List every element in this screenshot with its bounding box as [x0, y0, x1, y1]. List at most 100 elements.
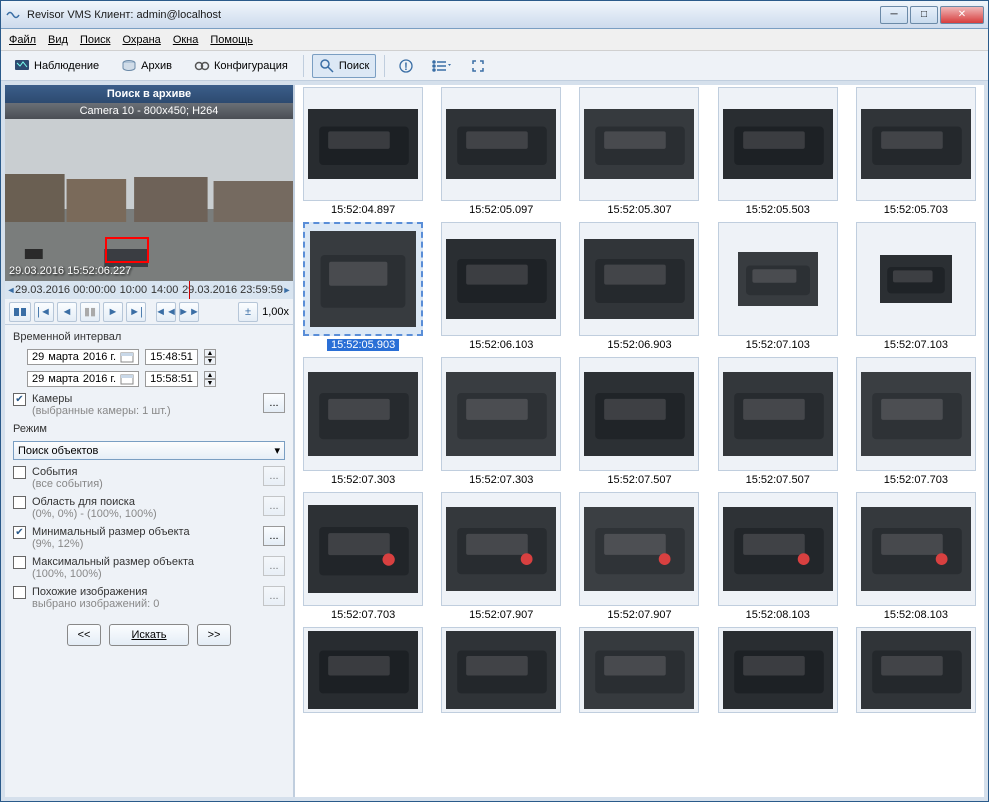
- fullscreen-button[interactable]: [465, 54, 491, 78]
- thumbnail-caption: 15:52:04.897: [331, 204, 395, 216]
- thumbnail-cell[interactable]: 15:52:04.897: [297, 87, 429, 216]
- menu-file[interactable]: Файл: [9, 34, 36, 46]
- area-config-button[interactable]: ...: [263, 496, 285, 516]
- thumbnail-caption: 15:52:07.507: [607, 474, 671, 486]
- app-window: Revisor VMS Клиент: admin@localhost ─ □ …: [0, 0, 989, 802]
- thumbnail-image: [861, 631, 971, 709]
- thumbnail-cell[interactable]: 15:52:05.903: [297, 222, 429, 351]
- playmode-button[interactable]: [9, 302, 31, 322]
- menu-view[interactable]: Вид: [48, 34, 68, 46]
- start-date-input[interactable]: 29марта2016 г.: [27, 349, 139, 365]
- thumbnail-cell[interactable]: 15:52:08.103: [850, 492, 982, 621]
- thumbnail-caption: 15:52:07.907: [607, 609, 671, 621]
- thumbnail-frame: [441, 627, 561, 713]
- thumbnail-cell[interactable]: 15:52:07.303: [297, 357, 429, 486]
- speed-label: 1,00x: [262, 306, 289, 318]
- search-tool-button[interactable]: Поиск: [312, 54, 376, 78]
- thumbnail-cell[interactable]: [435, 627, 567, 713]
- thumbnail-cell[interactable]: 15:52:08.103: [712, 492, 844, 621]
- results-pane[interactable]: 15:52:04.897 15:52:05.097 15:52:05.307 1…: [295, 85, 984, 797]
- archive-button[interactable]: Архив: [114, 55, 179, 77]
- menu-search[interactable]: Поиск: [80, 34, 110, 46]
- skip-start-button[interactable]: |◄: [34, 302, 54, 322]
- thumbnail-cell[interactable]: 15:52:07.907: [435, 492, 567, 621]
- thumbnail-cell[interactable]: 15:52:07.303: [435, 357, 567, 486]
- thumbnail-cell[interactable]: [573, 627, 705, 713]
- toggle-info-button[interactable]: !: [393, 54, 419, 78]
- pause-button[interactable]: ▮▮: [80, 302, 100, 322]
- events-config-button[interactable]: ...: [263, 466, 285, 486]
- thumbnail-caption: 15:52:07.303: [469, 474, 533, 486]
- thumbnail-caption: 15:52:07.907: [469, 609, 533, 621]
- events-checkbox[interactable]: [13, 466, 26, 479]
- thumbnail-caption: 15:52:07.703: [884, 474, 948, 486]
- thumbnail-cell[interactable]: 15:52:06.103: [435, 222, 567, 351]
- thumbnail-cell[interactable]: 15:52:05.503: [712, 87, 844, 216]
- end-time-input[interactable]: 15:58:51: [145, 371, 198, 387]
- speed-reset-button[interactable]: ±: [238, 302, 258, 322]
- menu-help[interactable]: Помощь: [210, 34, 253, 46]
- playbar: |◄ ◄ ▮▮ ► ►| ◄◄ ►► ± 1,00x: [5, 299, 293, 325]
- thumbnail-cell[interactable]: 15:52:07.103: [850, 222, 982, 351]
- thumbnail-image: [310, 231, 416, 327]
- play-back-button[interactable]: ◄: [57, 302, 77, 322]
- timeline[interactable]: ◄ 29.03.2016 00:00:00 10:00 14:00 29.03.…: [5, 281, 293, 299]
- calendar-icon: [120, 351, 134, 363]
- area-checkbox[interactable]: [13, 496, 26, 509]
- similar-config-button[interactable]: ...: [263, 586, 285, 606]
- menu-guard[interactable]: Охрана: [122, 34, 160, 46]
- search-button[interactable]: Искать: [109, 624, 189, 646]
- similar-checkbox[interactable]: [13, 586, 26, 599]
- camera-header: Camera 10 - 800x450; H264: [5, 103, 293, 119]
- prev-page-button[interactable]: <<: [67, 624, 101, 646]
- similar-label: Похожие изображения: [32, 586, 257, 598]
- thumbnail-cell[interactable]: 15:52:07.703: [850, 357, 982, 486]
- play-button[interactable]: ►: [103, 302, 123, 322]
- end-date-input[interactable]: 29марта2016 г.: [27, 371, 139, 387]
- thumbnail-cell[interactable]: 15:52:05.307: [573, 87, 705, 216]
- thumbnail-cell[interactable]: 15:52:05.097: [435, 87, 567, 216]
- separator: [384, 55, 385, 77]
- thumbnail-cell[interactable]: [297, 627, 429, 713]
- end-time-spinner[interactable]: ▲▼: [204, 371, 216, 387]
- thumbnail-cell[interactable]: [850, 627, 982, 713]
- thumbnail-cell[interactable]: 15:52:07.907: [573, 492, 705, 621]
- thumbnail-cell[interactable]: 15:52:07.703: [297, 492, 429, 621]
- chevron-down-icon: ▾: [274, 444, 280, 457]
- thumbnail-cell[interactable]: 15:52:07.103: [712, 222, 844, 351]
- maximize-button[interactable]: □: [910, 6, 938, 24]
- next-page-button[interactable]: >>: [197, 624, 231, 646]
- maxsize-config-button[interactable]: ...: [263, 556, 285, 576]
- minsize-config-button[interactable]: ...: [263, 526, 285, 546]
- preview[interactable]: 29.03.2016 15:52:06.227: [5, 119, 293, 281]
- timeline-next[interactable]: ►: [281, 281, 293, 299]
- rewind-button[interactable]: ◄◄: [156, 302, 176, 322]
- observe-button[interactable]: Наблюдение: [7, 55, 106, 77]
- timeline-marker[interactable]: [189, 281, 190, 299]
- thumbnail-cell[interactable]: 15:52:05.703: [850, 87, 982, 216]
- minimize-button[interactable]: ─: [880, 6, 908, 24]
- roi-rect[interactable]: [105, 237, 149, 263]
- minsize-checkbox[interactable]: ✔: [13, 526, 26, 539]
- start-time-spinner[interactable]: ▲▼: [204, 349, 216, 365]
- list-mode-button[interactable]: [427, 54, 457, 78]
- start-time-input[interactable]: 15:48:51: [145, 349, 198, 365]
- maxsize-checkbox[interactable]: [13, 556, 26, 569]
- close-button[interactable]: ✕: [940, 6, 984, 24]
- timeline-tick1: 10:00: [120, 284, 148, 296]
- thumbnail-cell[interactable]: 15:52:06.903: [573, 222, 705, 351]
- mode-dropdown[interactable]: Поиск объектов ▾: [13, 441, 285, 460]
- config-button[interactable]: Конфигурация: [187, 55, 295, 77]
- cameras-config-button[interactable]: ...: [263, 393, 285, 413]
- thumbnail-cell[interactable]: 15:52:07.507: [573, 357, 705, 486]
- thumbnail-cell[interactable]: 15:52:07.507: [712, 357, 844, 486]
- fastforward-button[interactable]: ►►: [179, 302, 199, 322]
- thumbnail-cell[interactable]: [712, 627, 844, 713]
- bottom-buttons: << Искать >>: [13, 616, 285, 654]
- cameras-checkbox[interactable]: ✔: [13, 393, 26, 406]
- thumbnail-frame: [441, 87, 561, 201]
- skip-end-button[interactable]: ►|: [126, 302, 146, 322]
- thumbnail-frame: [718, 492, 838, 606]
- menu-windows[interactable]: Окна: [173, 34, 199, 46]
- timeline-prev[interactable]: ◄: [5, 281, 17, 299]
